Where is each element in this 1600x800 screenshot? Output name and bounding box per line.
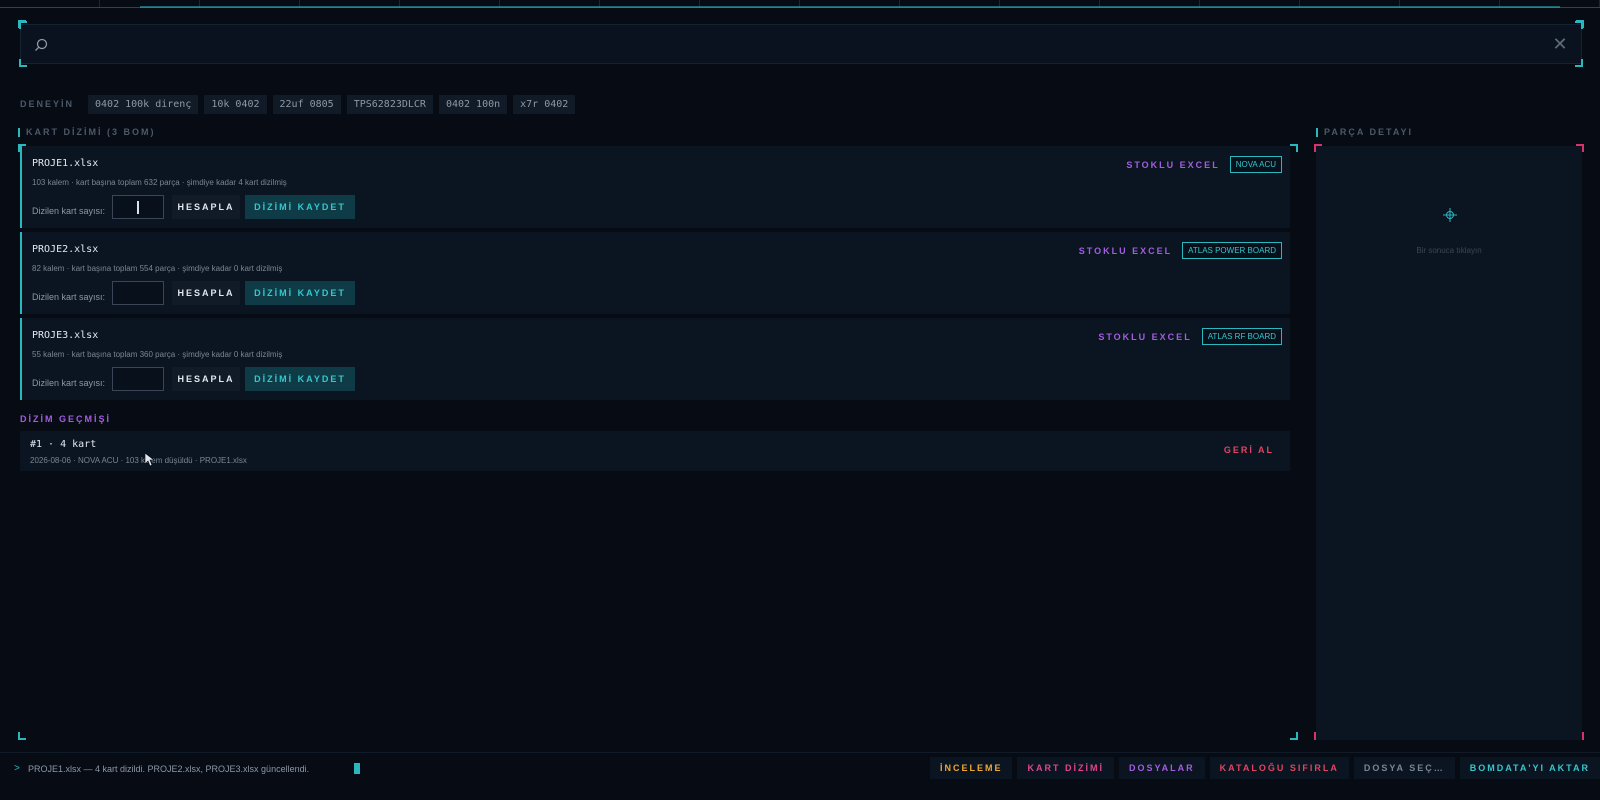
search-input[interactable] [61,33,1521,57]
board-tag: ATLAS RF BOARD [1201,328,1282,345]
panel-corner-br [1290,732,1298,740]
calculate-button[interactable]: HESAPLA [172,195,240,219]
bom-file-name: PROJE2.xlsx [32,244,99,255]
board-section-title: KART DİZİMİ (3 BOM) [18,128,156,137]
close-icon[interactable]: ✕ [1551,35,1569,53]
board-layout-tab[interactable]: KART DİZİMİ [1017,757,1114,779]
bom-meta: 55 kalem · kart başına toplam 360 parça … [32,350,283,359]
history-item-title: #1 · 4 kart [30,439,97,450]
search-corner-bl [19,59,27,67]
search-bar: ✕ [19,21,1583,67]
bom-file-name: PROJE3.xlsx [32,330,99,341]
bom-meta: 103 kalem · kart başına toplam 632 parça… [32,178,287,187]
detail-section-title: PARÇA DETAYI [1316,128,1413,137]
history-item-meta: 2026-08-06 · NOVA ACU · 103 kalem düşüld… [30,456,247,465]
board-tag: NOVA ACU [1229,156,1282,173]
bom-card-tags: STOKLU EXCEL ATLAS POWER BOARD [1079,242,1282,259]
try-suggestions: DENEYİN 0402 100k direnç 10k 0402 22uf 0… [20,94,576,114]
choose-file-button[interactable]: DOSYA SEÇ… [1353,757,1455,779]
stock-excel-label: STOKLU EXCEL [1126,159,1220,170]
status-bar: > PROJE1.xlsx — 4 kart dizildi. PROJE2.x… [0,752,1600,800]
board-count-input[interactable] [112,281,164,305]
stock-excel-label: STOKLU EXCEL [1098,331,1192,342]
history-item: #1 · 4 kart 2026-08-06 · NOVA ACU · 103 … [20,431,1290,471]
mouse-cursor-icon [144,452,155,467]
count-label: Dizilen kart sayısı: [32,292,106,302]
bom-file-name: PROJE1.xlsx [32,158,99,169]
board-count-input[interactable] [112,367,164,391]
panel-corner-tr [1290,144,1298,152]
action-bar: İNCELEME KART DİZİMİ DOSYALAR KATALOĞU S… [929,757,1600,779]
bom-card: PROJE1.xlsx 103 kalem · kart başına topl… [20,146,1290,228]
status-message: PROJE1.xlsx — 4 kart dizildi. PROJE2.xls… [28,764,310,774]
save-layout-button[interactable]: DİZİMİ KAYDET [245,195,355,219]
suggestion-chip[interactable]: x7r 0402 [513,94,576,114]
calculate-button[interactable]: HESAPLA [172,281,240,305]
ruler-accent-line [140,6,1560,8]
crosshair-icon [1443,208,1457,222]
stock-excel-label: STOKLU EXCEL [1078,245,1173,256]
detail-placeholder: Bir sonuca tıklayın [1416,246,1482,255]
reset-catalog-button[interactable]: KATALOĞU SIFIRLA [1209,757,1349,779]
terminal-caret [354,763,360,774]
undo-button[interactable]: GERİ AL [1224,445,1274,455]
suggestion-chip[interactable]: 22uf 0805 [272,94,341,114]
calculate-button[interactable]: HESAPLA [172,367,240,391]
count-label: Dizilen kart sayısı: [32,378,106,388]
inspection-tab[interactable]: İNCELEME [929,757,1013,779]
search-outer-corner-tr [1576,20,1584,28]
prompt-chevron-icon: > [14,763,20,774]
try-label: DENEYİN [20,99,75,109]
search-outer-corner-tl [18,20,26,28]
bom-card: PROJE3.xlsx 55 kalem · kart başına topla… [20,318,1290,400]
board-count-input[interactable] [112,195,164,219]
suggestion-chip[interactable]: 10k 0402 [204,94,267,114]
history-title: DİZİM GEÇMİŞİ [20,414,111,424]
suggestion-chip[interactable]: 0402 100n [438,94,508,114]
suggestion-chip[interactable]: TPS62823DLCR [346,94,433,114]
bom-card-tags: STOKLU EXCEL ATLAS RF BOARD [1098,328,1282,345]
save-layout-button[interactable]: DİZİMİ KAYDET [245,281,355,305]
bom-meta: 82 kalem · kart başına toplam 554 parça … [32,264,283,273]
suggestion-chip[interactable]: 0402 100k direnç [88,94,199,114]
detail-panel: Bir sonuca tıklayın [1316,146,1582,740]
export-bomdata-button[interactable]: BOMDATA'YI AKTAR [1459,757,1600,779]
count-label: Dizilen kart sayısı: [32,206,106,216]
search-icon [33,37,49,53]
bom-card-tags: STOKLU EXCEL NOVA ACU [1126,156,1282,173]
search-corner-br [1575,59,1583,67]
board-tag: ATLAS POWER BOARD [1182,242,1282,259]
save-layout-button[interactable]: DİZİMİ KAYDET [245,367,355,391]
bom-card: PROJE2.xlsx 82 kalem · kart başına topla… [20,232,1290,314]
files-tab[interactable]: DOSYALAR [1118,757,1205,779]
top-ruler [0,0,1600,8]
